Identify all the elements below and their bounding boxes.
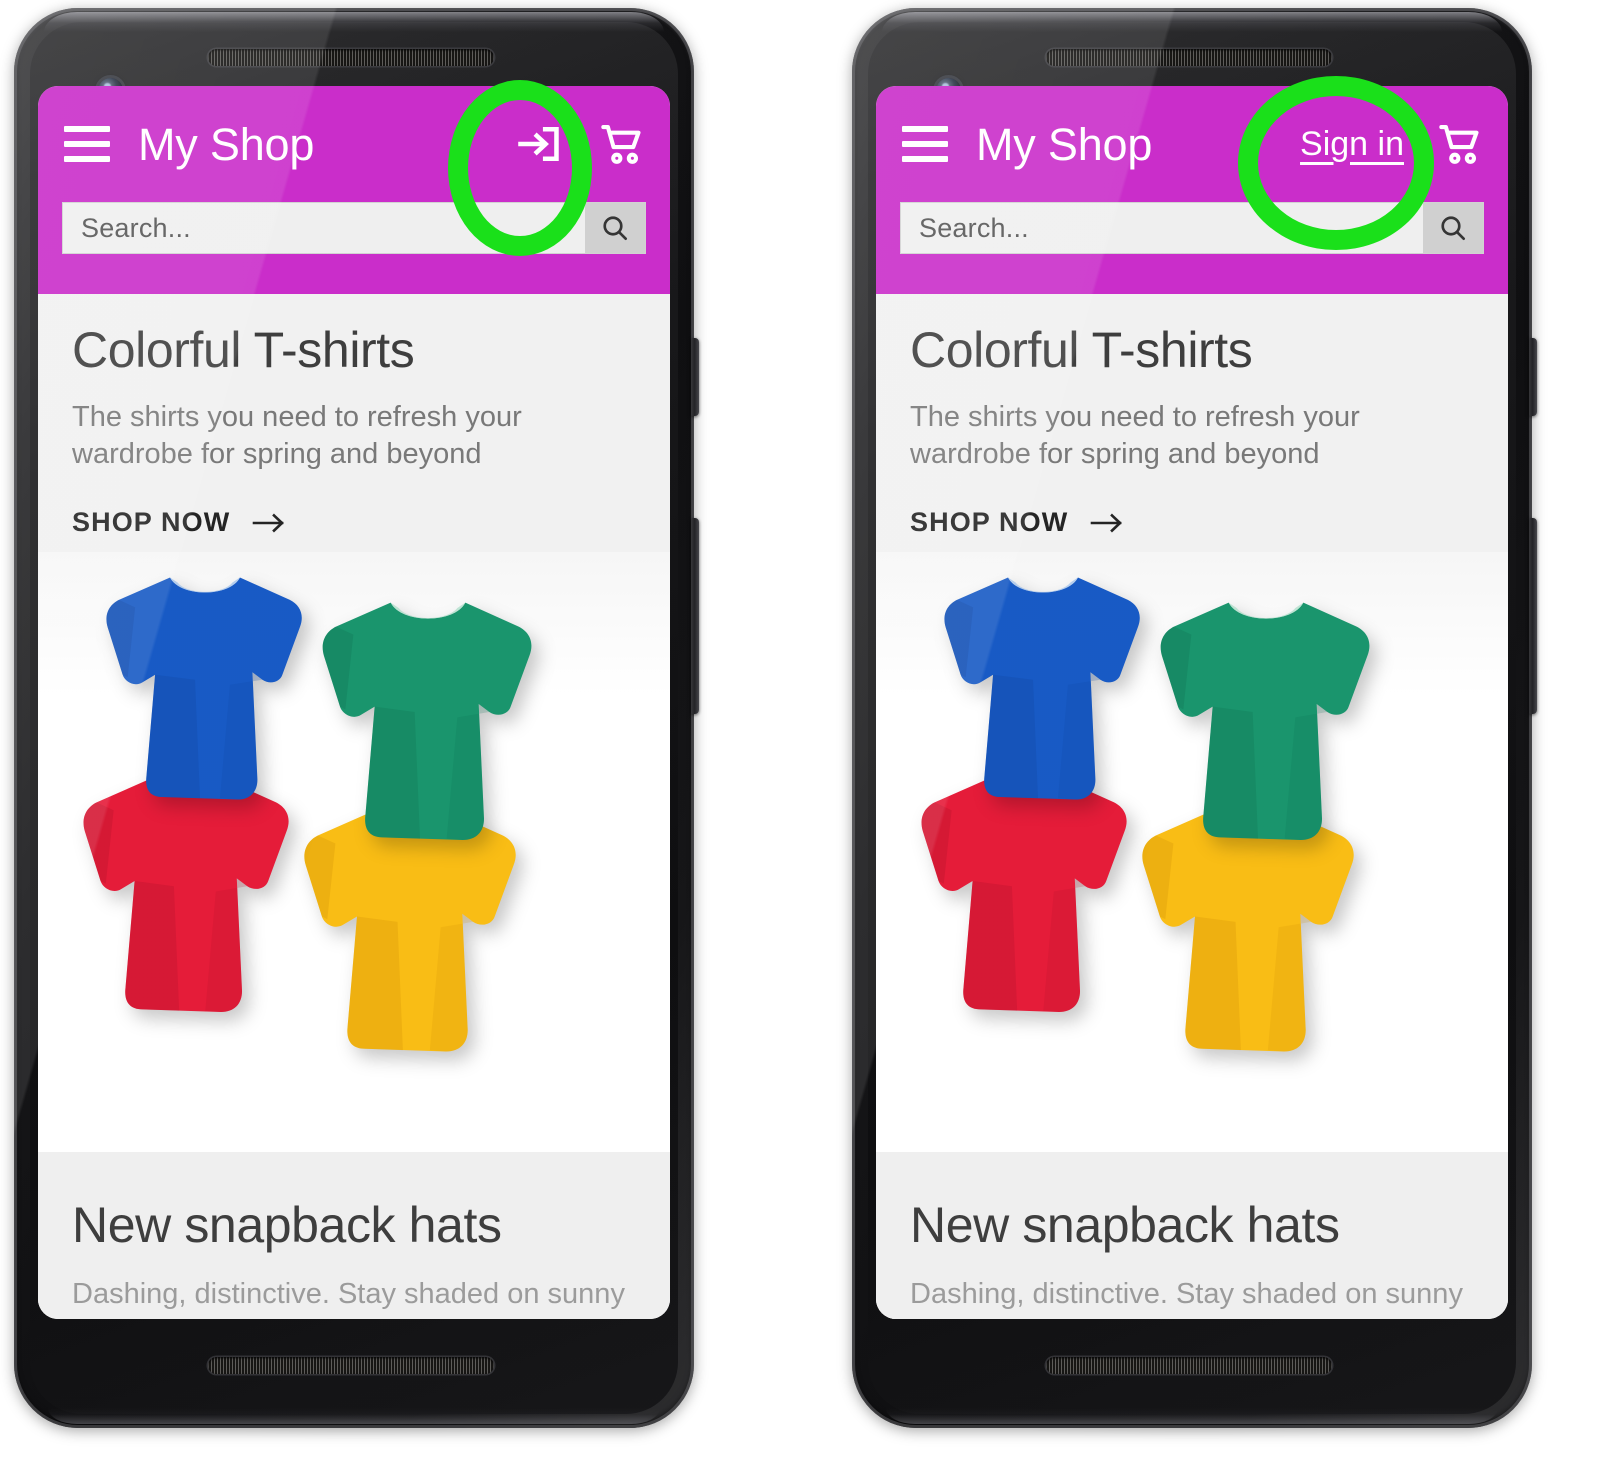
hamburger-menu-icon[interactable] (64, 126, 110, 162)
login-arrow-icon[interactable] (514, 118, 566, 170)
search-button[interactable] (1423, 203, 1483, 253)
search-input[interactable]: Search... (63, 203, 585, 253)
hamburger-bar (902, 156, 948, 162)
app-title: My Shop (976, 118, 1153, 170)
volume-rocker-button[interactable] (1529, 518, 1537, 714)
hero-subtitle: The shirts you need to refresh your ward… (72, 401, 522, 471)
phone-device-right: My Shop Sign in Search... Colorful T-shi… (852, 8, 1537, 1430)
app-bar-row: My Shop (38, 86, 670, 202)
app-bar: My Shop Search... (38, 86, 670, 294)
arrow-right-icon (1091, 513, 1123, 533)
hero-card: Colorful T-shirts The shirts you need to… (876, 294, 1508, 1153)
hamburger-menu-icon[interactable] (902, 126, 948, 162)
shop-now-label: SHOP NOW (72, 507, 231, 538)
device-rim-bottom (48, 1408, 660, 1424)
page-content: Colorful T-shirts The shirts you need to… (876, 294, 1508, 1319)
section-subtitle: Dashing, distinctive. Stay shaded on sun… (910, 1278, 1463, 1311)
hero-title: Colorful T-shirts (72, 322, 415, 378)
section-snapback-hats: New snapback hats Dashing, distinctive. … (38, 1152, 670, 1319)
section-snapback-hats: New snapback hats Dashing, distinctive. … (876, 1152, 1508, 1319)
hamburger-bar (902, 141, 948, 147)
device-rim-top (44, 12, 664, 32)
tshirt-blue (918, 560, 1168, 822)
search-bar[interactable]: Search... (900, 202, 1484, 254)
app-title: My Shop (138, 118, 315, 170)
bottom-speaker-grille (208, 1357, 494, 1374)
hero-title: Colorful T-shirts (910, 322, 1253, 378)
app-bar: My Shop Sign in Search... (876, 86, 1508, 294)
hamburger-bar (64, 156, 110, 162)
device-rim-top (882, 12, 1502, 32)
shop-now-link[interactable]: SHOP NOW (72, 507, 636, 538)
search-button[interactable] (585, 203, 645, 253)
tshirt-green (1132, 584, 1400, 864)
page-content: Colorful T-shirts The shirts you need to… (38, 294, 670, 1319)
phone-device-left: My Shop Search... Colorful T-shirts The … (14, 8, 699, 1430)
earpiece-grille (208, 49, 494, 66)
phone-screen-left: My Shop Search... Colorful T-shirts The … (38, 86, 670, 1319)
device-body: My Shop Sign in Search... Colorful T-shi… (852, 8, 1532, 1428)
search-bar[interactable]: Search... (62, 202, 646, 254)
sign-in-link[interactable]: Sign in (1300, 125, 1404, 164)
hero-card: Colorful T-shirts The shirts you need to… (38, 294, 670, 1153)
hamburger-bar (902, 126, 948, 132)
hamburger-bar (64, 141, 110, 147)
app-bar-row: My Shop Sign in (876, 86, 1508, 202)
tshirt-blue (80, 560, 330, 822)
power-button[interactable] (1529, 338, 1537, 416)
power-button[interactable] (691, 338, 699, 416)
shopping-cart-icon[interactable] (596, 118, 648, 170)
earpiece-grille (1046, 49, 1332, 66)
device-body: My Shop Search... Colorful T-shirts The … (14, 8, 694, 1428)
shop-now-link[interactable]: SHOP NOW (910, 507, 1474, 538)
app-bar-actions: Sign in (1300, 118, 1486, 170)
section-title: New snapback hats (910, 1197, 1340, 1254)
product-photo (876, 552, 1508, 1153)
arrow-right-icon (253, 513, 285, 533)
product-photo (38, 552, 670, 1153)
hero-text-block: Colorful T-shirts The shirts you need to… (38, 324, 670, 538)
section-subtitle: Dashing, distinctive. Stay shaded on sun… (72, 1278, 625, 1311)
hamburger-bar (64, 126, 110, 132)
hero-text-block: Colorful T-shirts The shirts you need to… (876, 324, 1508, 538)
comparison-stage: My Shop Search... Colorful T-shirts The … (0, 0, 1600, 1473)
bottom-speaker-grille (1046, 1357, 1332, 1374)
volume-rocker-button[interactable] (691, 518, 699, 714)
phone-screen-right: My Shop Sign in Search... Colorful T-shi… (876, 86, 1508, 1319)
shop-now-label: SHOP NOW (910, 507, 1069, 538)
shopping-cart-icon[interactable] (1434, 118, 1486, 170)
device-rim-bottom (886, 1408, 1498, 1424)
search-input[interactable]: Search... (901, 203, 1423, 253)
hero-subtitle: The shirts you need to refresh your ward… (910, 401, 1360, 471)
app-bar-actions (514, 118, 648, 170)
section-title: New snapback hats (72, 1197, 502, 1254)
tshirt-green (294, 584, 562, 864)
